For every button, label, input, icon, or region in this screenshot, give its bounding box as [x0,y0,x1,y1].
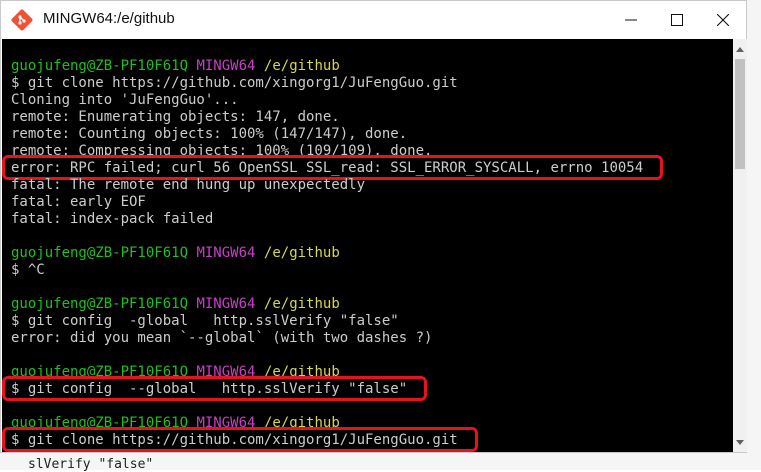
prompt-line: guojufeng@ZB-PF10F61Q MINGW64 /e/github [11,57,340,75]
chevron-down-icon [736,439,744,445]
prompt-user: guojufeng@ZB-PF10F61Q [11,296,189,312]
terminal-line: error: did you mean `--global` (with two… [11,330,433,346]
terminal-output[interactable]: guojufeng@ZB-PF10F61Q MINGW64 /e/github $… [2,39,733,452]
terminal-line: Cloning into 'JuFengGuo'... [11,92,239,108]
terminal-line: fatal: early EOF [11,194,146,210]
prompt-line: guojufeng@ZB-PF10F61Q MINGW64 /e/github [11,244,340,262]
maximize-button[interactable] [654,1,700,39]
scroll-up-arrow[interactable] [733,41,747,57]
minimize-button[interactable] [608,1,654,39]
scrollbar-thumb[interactable] [735,59,745,169]
prompt-user: guojufeng@ZB-PF10F61Q [11,58,189,74]
prompt-host: MINGW64 [196,245,256,261]
prompt-user: guojufeng@ZB-PF10F61Q [11,245,189,261]
terminal-line: fatal: The remote end hung up unexpected… [11,177,366,193]
title-bar[interactable]: MINGW64:/e/github [1,1,746,39]
background-page [747,0,761,470]
terminal-line: remote: Enumerating objects: 147, done. [11,109,340,125]
terminal-line: fatal: index-pack failed [11,211,214,227]
terminal-window: MINGW64:/e/github guojufeng@ZB-PF10F61Q … [0,0,747,453]
git-bash-icon [11,9,33,31]
highlight-box [2,376,427,401]
prompt-path: /e/github [263,245,340,261]
maximize-icon [671,14,683,26]
prompt-line: guojufeng@ZB-PF10F61Q MINGW64 /e/github [11,295,340,313]
terminal-line: $ ^C [11,262,45,278]
close-icon [717,14,729,26]
window-title: MINGW64:/e/github [43,10,175,27]
scroll-down-arrow[interactable] [733,434,747,450]
vertical-scrollbar[interactable] [733,39,747,452]
close-button[interactable] [700,1,746,39]
highlight-box [2,427,478,452]
prompt-host: MINGW64 [196,58,256,74]
minimize-icon [625,19,637,21]
prompt-path: /e/github [263,58,340,74]
terminal-line: $ git config -global http.sslVerify "fal… [11,313,399,329]
prompt-path: /e/github [263,296,340,312]
prompt-host: MINGW64 [196,296,256,312]
terminal-line: remote: Counting objects: 100% (147/147)… [11,126,408,142]
chevron-up-icon [736,46,744,52]
terminal-line: $ git clone https://github.com/xingorg1/… [11,75,458,91]
